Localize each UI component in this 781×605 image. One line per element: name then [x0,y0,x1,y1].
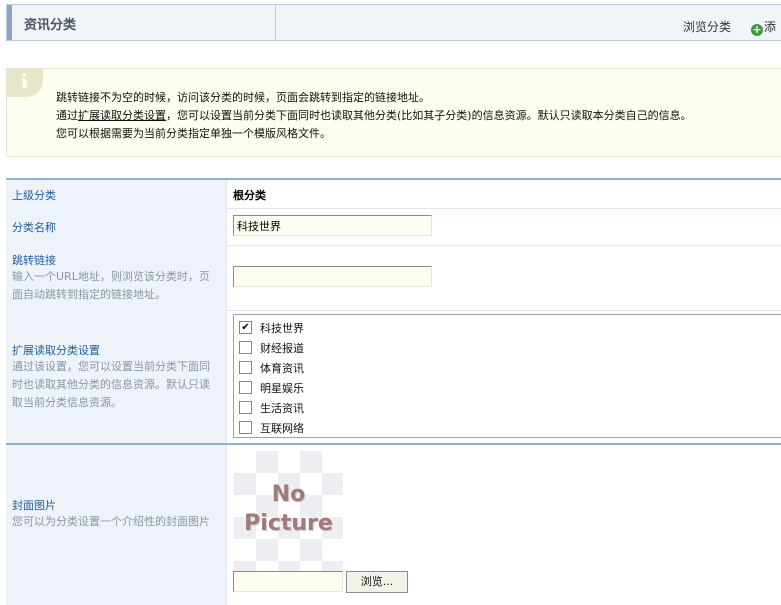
cover-picture-label: 封面图片 [12,499,56,512]
extend-option-label: 互联网络 [260,422,304,435]
tips-box: i 跳转链接不为空的时候，访问该分类的时候，页面会跳转到指定的链接地址。 通过扩… [6,68,781,157]
checkbox-unchecked[interactable] [239,361,252,374]
row-parent-category: 上级分类 根分类 [6,180,781,209]
row-category-name: 分类名称 [6,208,781,246]
cover-file-input[interactable] [233,571,343,592]
header-divider [275,5,276,40]
browse-categories-link[interactable]: 浏览分类 [683,18,731,35]
add-icon: + [751,23,763,36]
checkbox-unchecked[interactable] [239,401,252,414]
cover-browse-button[interactable]: 浏览... [346,571,408,593]
page-title: 资讯分类 [24,18,77,33]
redirect-link-desc: 输入一个URL地址，则浏览该分类时，页面自动跳转到指定的链接地址。 [12,270,210,301]
add-category-label: 添 [764,20,777,34]
tip-line-1: 跳转链接不为空的时候，访问该分类的时候，页面会跳转到指定的链接地址。 [56,91,430,104]
redirect-link-input[interactable] [233,266,432,287]
checkbox-unchecked[interactable] [239,381,252,394]
extend-category-checklist[interactable]: ✔ 科技世界财经报道体育资讯明星娱乐生活资讯互联网络 [233,314,781,438]
parent-category-value: 根分类 [233,189,266,202]
checkbox-checked[interactable]: ✔ [239,321,252,334]
tip-line-2-prefix: 通过 [56,109,78,122]
info-icon: i [7,69,43,97]
row-redirect-link: 跳转链接 输入一个URL地址，则浏览该分类时，页面自动跳转到指定的链接地址。 [6,245,781,311]
add-category-link[interactable]: + 添 [751,18,776,36]
extend-option-label: 体育资讯 [260,362,304,375]
no-picture-placeholder: No Picture [234,451,343,571]
category-name-label: 分类名称 [12,221,56,234]
extend-option-label: 财经报道 [260,342,304,355]
no-picture-text-line1: No [271,482,306,507]
checkbox-unchecked[interactable] [239,341,252,354]
extend-option-label: 科技世界 [260,322,304,335]
cover-picture-desc: 您可以为分类设置一个介绍性的封面图片 [12,515,210,528]
parent-category-label: 上级分类 [12,189,56,202]
extend-settings-desc: 通过该设置，您可以设置当前分类下面同时也读取其他分类的信息资源。默认只读取当前分… [12,360,210,409]
tip-line-3: 您可以根据需要为当前分类指定单独一个模版风格文件。 [56,127,331,140]
header-bar: 资讯分类 浏览分类 + 添 [6,4,781,41]
extend-settings-link[interactable]: 扩展读取分类设置 [78,109,166,122]
header-accent [7,5,12,40]
category-name-input[interactable] [233,215,432,236]
tip-line-2: 通过扩展读取分类设置，您可以设置当前分类下面同时也读取其他分类(比如其子分类)的… [56,107,692,123]
tip-line-2-suffix: ，您可以设置当前分类下面同时也读取其他分类(比如其子分类)的信息资源。默认只读取… [166,109,692,122]
extend-option-label: 明星娱乐 [260,382,304,395]
checkbox-unchecked[interactable] [239,421,252,434]
extend-settings-label: 扩展读取分类设置 [12,344,100,357]
no-picture-text-line2: Picture [244,511,333,536]
redirect-link-label: 跳转链接 [12,254,56,267]
extend-option-label: 生活资讯 [260,402,304,415]
